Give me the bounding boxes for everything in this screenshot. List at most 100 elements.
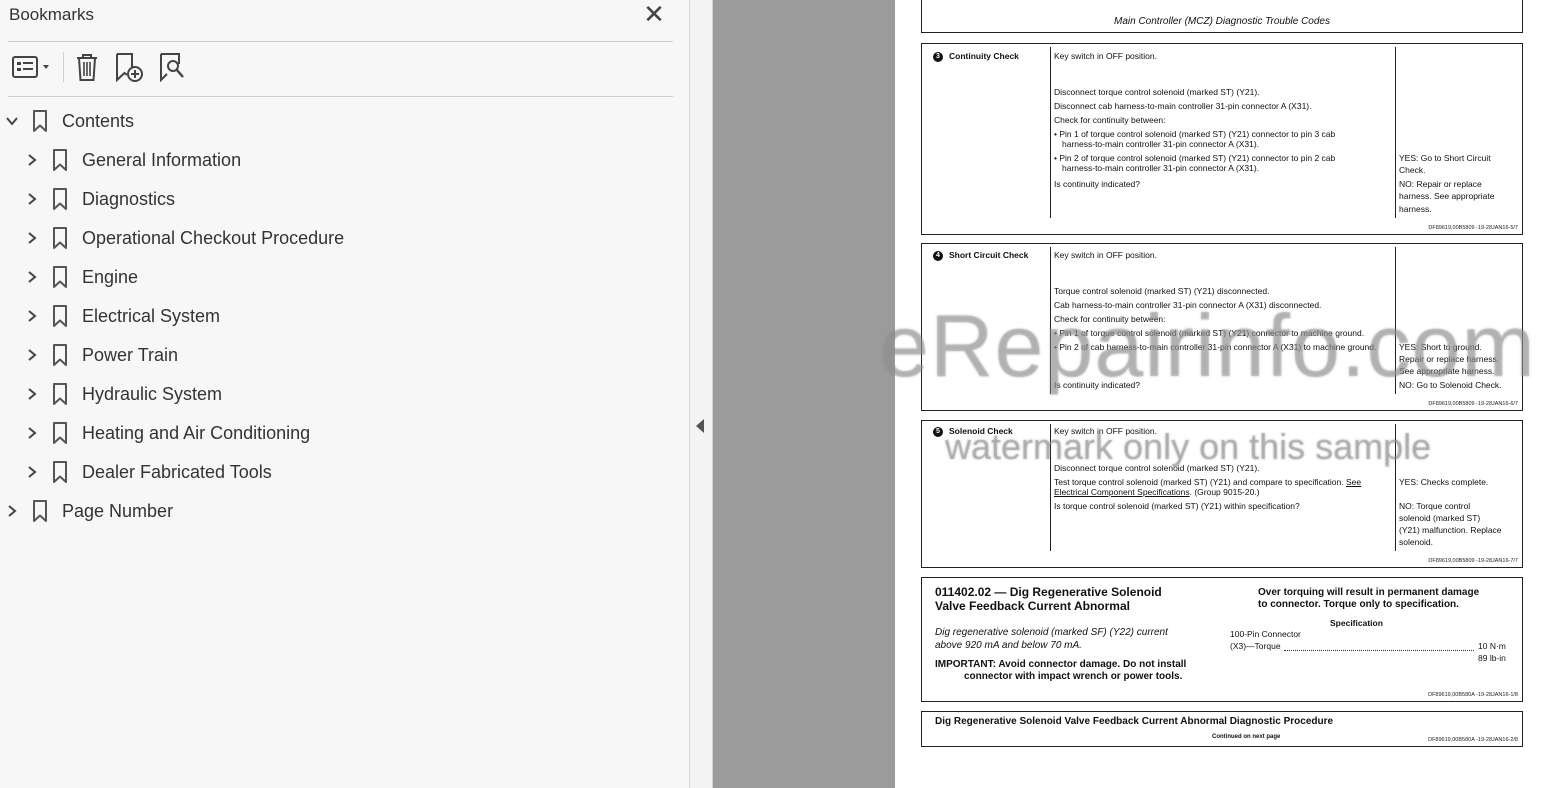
no-result: solenoid (marked ST) [1399, 513, 1481, 523]
chevron-right-icon[interactable] [23, 307, 41, 325]
dtc-description-box: 011402.02 — Dig Regenerative Solenoid Va… [921, 577, 1523, 702]
procedure-title: Dig Regenerative Solenoid Valve Feedback… [935, 716, 1334, 727]
chevron-right-icon[interactable] [23, 385, 41, 403]
reference-code: DF89619,00B580A -19-28JAN16-2/8 [1428, 737, 1518, 743]
bookmark-add-icon [116, 53, 143, 82]
bullet: • Pin 2 of cab harness-to-main controlle… [1054, 342, 1377, 352]
short-circuit-check-step: 4 Short Circuit Check Key switch in OFF p… [921, 243, 1523, 411]
yes-result: Repair or replace harness. [1399, 354, 1500, 364]
reference-code: DF89619,00B5809 -19-28JAN16-5/7 [1428, 225, 1518, 231]
bookmark-icon [50, 225, 70, 251]
step-title: 4 Short Circuit Check [933, 250, 1028, 261]
bookmark-label: Dealer Fabricated Tools [82, 461, 272, 482]
yes-result: See appropriate harness. [1399, 366, 1495, 376]
divider [8, 41, 673, 42]
question: Is continuity indicated? [1054, 179, 1140, 189]
instruction: Disconnect torque control solenoid (mark… [1054, 87, 1260, 97]
options-menu-button[interactable] [8, 50, 54, 84]
bookmark-label: Electrical System [82, 305, 221, 326]
instruction: Check for continuity between: [1054, 314, 1166, 324]
bookmark-item[interactable]: Page Number [3, 493, 173, 529]
bookmark-label: Page Number [62, 500, 174, 521]
instruction: Disconnect torque control solenoid (mark… [1054, 463, 1260, 473]
chevron-down-icon[interactable] [3, 112, 21, 130]
section-header: Main Controller (MCZ) Diagnostic Trouble… [1114, 16, 1330, 27]
bookmark-item[interactable]: Power Train [23, 337, 178, 373]
bookmark-icon [50, 420, 70, 446]
delete-bookmark-button[interactable] [72, 50, 102, 84]
trash-icon [77, 54, 97, 81]
bookmark-item[interactable]: Hydraulic System [23, 376, 222, 412]
bookmark-item[interactable]: Operational Checkout Procedure [23, 220, 344, 256]
chevron-right-icon[interactable] [23, 268, 41, 286]
new-bookmark-button[interactable] [112, 50, 146, 84]
column-divider [1050, 247, 1051, 394]
spec-value: 89 lb-in [1478, 653, 1506, 663]
bookmark-icon [50, 186, 70, 212]
chevron-right-icon[interactable] [23, 463, 41, 481]
step-number-icon: 3 [933, 51, 943, 62]
bookmark-item[interactable]: Diagnostics [23, 181, 175, 217]
bookmark-item[interactable]: General Information [23, 142, 241, 178]
spec-item: 100-Pin Connector [1230, 629, 1301, 639]
chevron-right-icon[interactable] [23, 229, 41, 247]
chevron-right-icon[interactable] [23, 190, 41, 208]
yes-result: YES: Short to ground. [1399, 342, 1482, 352]
bookmark-icon [50, 264, 70, 290]
find-bookmark-button[interactable] [156, 50, 190, 84]
question: Is continuity indicated? [1054, 380, 1140, 390]
dtc-title: 011402.02 — Dig Regenerative Solenoid [935, 585, 1162, 599]
chevron-right-icon[interactable] [23, 346, 41, 364]
column-divider [1395, 424, 1396, 551]
solenoid-check-step: 5 Solenoid Check Key switch in OFF positi… [921, 420, 1523, 568]
no-result: harness. See appropriate [1399, 191, 1495, 201]
collapse-panel-arrow-icon[interactable] [696, 419, 704, 433]
bookmark-item[interactable]: Electrical System [23, 298, 220, 334]
chevron-right-icon[interactable] [3, 502, 21, 520]
spec-link[interactable]: Electrical Component Specifications [1054, 487, 1190, 497]
panel-title: Bookmarks [9, 5, 95, 24]
instruction: Electrical Component Specifications. (Gr… [1054, 487, 1260, 497]
bookmark-item[interactable]: Engine [23, 259, 138, 295]
close-icon[interactable]: ✕ [642, 1, 666, 27]
dtc-title: Valve Feedback Current Abnormal [935, 599, 1130, 613]
reference-code: DF89619,00B5809 -19-28JAN16-7/7 [1428, 558, 1518, 564]
divider [8, 96, 673, 97]
chevron-right-icon[interactable] [23, 424, 41, 442]
chevron-right-icon[interactable] [23, 151, 41, 169]
instruction: Torque control solenoid (marked ST) (Y21… [1054, 286, 1270, 296]
instruction: Key switch in OFF position. [1054, 426, 1157, 436]
warning-note: to connector. Torque only to specificati… [1258, 599, 1459, 610]
spec-link[interactable]: See [1346, 477, 1361, 487]
bookmark-label: Hydraulic System [82, 383, 223, 404]
bookmark-item[interactable]: Dealer Fabricated Tools [23, 454, 272, 490]
yes-result: YES: Go to Short Circuit [1399, 153, 1491, 163]
bookmark-icon [50, 147, 70, 173]
bullet: • Pin 1 of torque control solenoid (mark… [1054, 328, 1365, 338]
dtc-description: above 920 mA and below 70 mA. [935, 640, 1082, 651]
column-divider [1395, 247, 1396, 394]
leader-dots [1284, 650, 1474, 651]
yes-result: YES: Checks complete. [1399, 477, 1489, 487]
warning-note: Over torquing will result in permanent d… [1258, 587, 1480, 598]
no-result: NO: Repair or replace [1399, 179, 1482, 189]
bookmark-label: Power Train [82, 344, 179, 365]
step-title: 3 Continuity Check [933, 51, 1019, 62]
important-note: IMPORTANT: Avoid connector damage. Do no… [935, 659, 1187, 670]
bookmark-search-icon [160, 53, 184, 82]
reference-code: DF89619,00B580A -19-28JAN16-1/8 [1428, 692, 1518, 698]
bookmark-item[interactable]: Contents [3, 103, 134, 139]
instruction: Disconnect cab harness-to-main controlle… [1054, 101, 1312, 111]
column-divider [1395, 47, 1396, 218]
column-divider [1050, 424, 1051, 551]
bookmark-icon [50, 459, 70, 485]
step-number-icon: 5 [933, 426, 943, 437]
procedure-box: Dig Regenerative Solenoid Valve Feedback… [921, 711, 1523, 747]
no-result: solenoid. [1399, 537, 1434, 547]
spec-title: Specification [1330, 618, 1383, 628]
no-result: NO: Go to Solenoid Check. [1399, 380, 1502, 390]
panel-splitter[interactable] [690, 0, 713, 788]
step-number-icon: 4 [933, 250, 943, 261]
bookmark-icon [50, 342, 70, 368]
bookmark-item[interactable]: Heating and Air Conditioning [23, 415, 310, 451]
